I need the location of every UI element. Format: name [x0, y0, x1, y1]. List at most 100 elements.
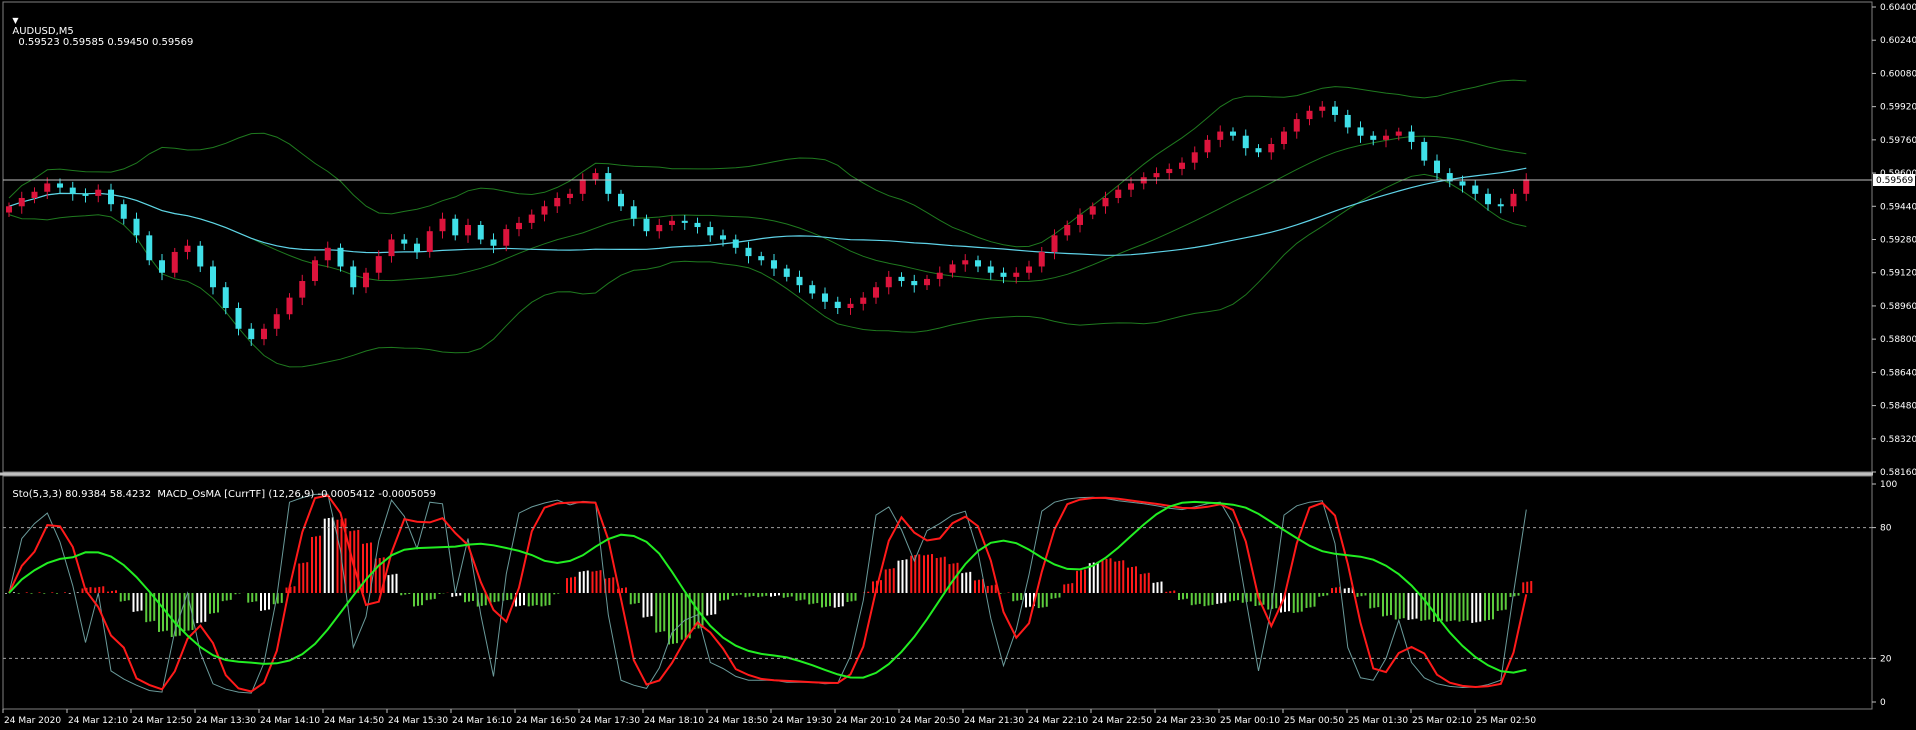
price-tick-label: 0.60080 [1880, 69, 1916, 79]
osma-bar [43, 593, 46, 594]
candle-body [924, 278, 930, 286]
osma-bar [1067, 583, 1070, 593]
osma-bar [229, 593, 232, 600]
candle-body [69, 187, 76, 194]
time-axis: 24 Mar 2020 24 Mar 12:10 24 Mar 12:50 24 Ma… [2, 709, 1536, 726]
osma-histogram [5, 517, 1533, 645]
candle-body [822, 293, 828, 302]
osma-bar [935, 558, 938, 593]
trading-chart[interactable]: 0.604000.602400.600800.599200.597600.596… [0, 0, 1916, 730]
osma-bar [1109, 558, 1112, 593]
candle-body [1332, 106, 1338, 115]
candle-body [898, 276, 905, 282]
time-tick-label: 24 Mar 12:50 [132, 716, 192, 726]
osma-bar [315, 536, 317, 593]
osma-bar [1267, 593, 1270, 610]
time-tick-label: 24 Mar 2020 [4, 716, 61, 726]
osma-bar [1216, 593, 1219, 604]
osma-bar [1092, 562, 1095, 593]
osma-bar [158, 593, 160, 632]
candle-body [1357, 127, 1364, 136]
osma-bar [421, 593, 423, 606]
candle-body [1013, 272, 1020, 277]
osma-bar [625, 587, 627, 593]
candle-body [57, 183, 63, 188]
osma-bar [264, 593, 266, 611]
osma-bar [170, 593, 173, 637]
osma-bar [1398, 593, 1401, 619]
candle-body [299, 281, 306, 298]
candle-body [286, 297, 293, 315]
osma-bar [1054, 593, 1057, 599]
stoch-signal-line [8, 500, 1527, 679]
candle-body [1395, 131, 1402, 136]
osma-bar [1411, 593, 1414, 620]
time-tick-label: 25 Mar 00:10 [1220, 716, 1280, 726]
osma-bar [1479, 593, 1482, 622]
osma-bar [872, 581, 874, 593]
candle-body [1510, 193, 1517, 207]
candle-body [171, 251, 178, 273]
osma-bar [331, 517, 334, 593]
candle-body [503, 229, 510, 246]
osma-bar [519, 593, 521, 606]
osma-bar [234, 593, 237, 595]
osma-bar [816, 593, 819, 604]
osma-bar [821, 593, 823, 608]
osma-bar [221, 593, 224, 602]
candle-body [1344, 114, 1351, 128]
osma-bar [102, 586, 105, 593]
osma-bar [196, 593, 199, 624]
candle-body [6, 206, 12, 213]
osma-bar [162, 593, 164, 632]
osma-bar [17, 593, 20, 594]
osma-bar [833, 593, 836, 608]
osma-bar [621, 588, 623, 593]
osma-bar [1296, 593, 1299, 613]
osma-bar [1186, 593, 1188, 599]
candle-body [1306, 110, 1313, 120]
osma-bar [510, 593, 513, 600]
candle-body [401, 239, 408, 244]
chart-title[interactable]: ▼ AUDUSD,M5 0.59523 0.59585 0.59450 0.59… [6, 4, 193, 48]
osma-bar [672, 593, 674, 644]
time-tick-label: 24 Mar 16:50 [516, 716, 576, 726]
osma-bar [761, 593, 764, 597]
osma-bar [38, 592, 41, 593]
osma-bar [837, 593, 840, 607]
osma-bar [1300, 593, 1303, 612]
osma-bar [408, 593, 411, 594]
osma-bar [1415, 593, 1418, 619]
osma-bar [693, 593, 696, 630]
osma-bar [302, 562, 305, 593]
osma-bar [323, 518, 326, 593]
osma-bar [646, 593, 649, 617]
candle-body [1191, 152, 1198, 163]
osma-bar [1390, 593, 1392, 616]
osma-bar [965, 572, 968, 593]
osma-bar [1386, 593, 1388, 616]
osma-bar [778, 593, 780, 596]
osma-bar [1458, 593, 1461, 622]
price-tick-label: 0.58160 [1880, 468, 1916, 478]
osma-bar [1127, 567, 1129, 593]
osma-bar [927, 554, 929, 593]
bollinger-upper [8, 79, 1527, 248]
osma-bar [1156, 582, 1159, 593]
candle-body [1497, 204, 1504, 207]
osma-bar [739, 593, 742, 595]
candle-body [975, 260, 981, 267]
candle-body [1000, 272, 1007, 277]
chevron-down-icon[interactable]: ▼ [12, 16, 18, 25]
osma-bar [867, 591, 870, 593]
time-tick-label: 24 Mar 17:30 [580, 716, 640, 726]
candle-body [1179, 162, 1185, 169]
osma-bar [1453, 593, 1456, 621]
candle-body [771, 260, 777, 269]
candle-body [1166, 168, 1173, 174]
osma-bar [735, 593, 738, 596]
osma-bar [1433, 593, 1435, 622]
osma-bar [553, 593, 556, 595]
osma-bar [1029, 593, 1031, 607]
osma-bar [455, 593, 458, 597]
